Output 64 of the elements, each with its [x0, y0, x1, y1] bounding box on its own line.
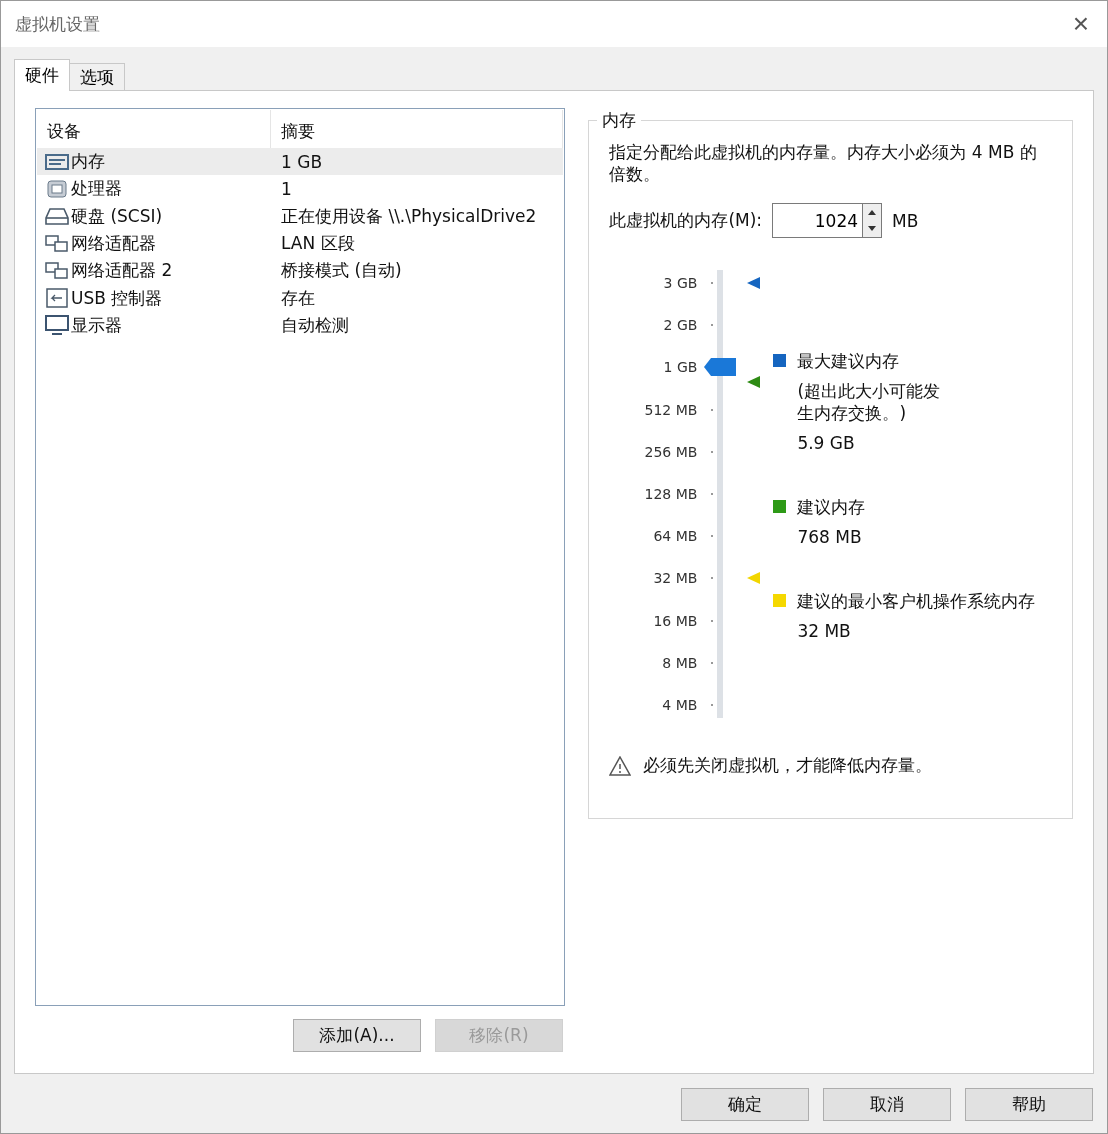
- close-button[interactable]: ×: [1068, 10, 1093, 38]
- legend-title: 最大建议内存: [797, 350, 901, 372]
- legend-value: 5.9 GB: [797, 432, 856, 454]
- device-row[interactable]: 网络适配器 LAN 区段: [37, 229, 564, 258]
- device-summary: 自动检测: [280, 313, 350, 337]
- monitor-icon: [45, 315, 69, 336]
- device-name: 处理器: [71, 177, 122, 201]
- dialog-button[interactable]: 确定: [681, 1088, 809, 1121]
- field-label: 此虚拟机的内存(M):: [609, 209, 763, 232]
- memory-icon: [45, 151, 69, 172]
- legend-value: 32 MB: [797, 620, 852, 642]
- tick-label: 3 GB: [609, 274, 714, 292]
- description: 指定分配给此虚拟机的内存量。内存大小必须为 4 MB 的倍数。: [609, 141, 1038, 185]
- device-summary: 1 GB: [280, 151, 324, 172]
- tick-label: 64 MB: [609, 527, 714, 546]
- device-summary: 1: [280, 178, 293, 199]
- device-name: 内存: [71, 150, 105, 174]
- tick-label: 256 MB: [609, 442, 714, 461]
- tick-label: 32 MB: [609, 569, 714, 588]
- caret-down-icon: [868, 226, 877, 232]
- slider-thumb[interactable]: [704, 358, 737, 377]
- device-name: 网络适配器 2: [71, 259, 173, 283]
- tick-label: 8 MB: [609, 653, 714, 672]
- device-row[interactable]: 硬盘 (SCSI) 正在使用设备 \\.\PhysicalDrive2: [37, 202, 564, 230]
- device-row[interactable]: 处理器 1: [37, 175, 564, 203]
- dialog-button[interactable]: 取消: [823, 1088, 951, 1121]
- legend-note: (超出此大小可能发生内存交换。): [797, 380, 942, 424]
- device-name: USB 控制器: [71, 286, 163, 310]
- tab[interactable]: 选项: [69, 63, 125, 91]
- warning-icon: [609, 755, 632, 776]
- legend-title: 建议内存: [797, 496, 867, 518]
- legend-title: 建议的最小客户机操作系统内存: [797, 590, 1036, 612]
- device-row[interactable]: 显示器 自动检测: [37, 311, 564, 340]
- device-row[interactable]: USB 控制器 存在: [37, 284, 564, 312]
- tick-label: 2 GB: [609, 316, 714, 335]
- tick-label: 1 GB: [609, 358, 714, 377]
- tick-label: 16 MB: [609, 611, 714, 630]
- device-summary: 存在: [280, 286, 316, 310]
- chip-icon: [45, 178, 69, 199]
- device-summary: LAN 区段: [280, 232, 356, 256]
- increment-button[interactable]: [863, 204, 882, 221]
- device-row[interactable]: 网络适配器 2 桥接模式 (自动): [37, 257, 564, 285]
- caret-up-icon: [868, 209, 877, 215]
- memory-field[interactable]: 1024: [772, 203, 863, 238]
- device-name: 硬盘 (SCSI): [71, 204, 163, 228]
- network-icon: [45, 260, 69, 281]
- network-icon: [45, 233, 69, 254]
- tick-label: 512 MB: [609, 400, 714, 419]
- device-name: 显示器: [71, 313, 122, 337]
- device-summary: 桥接模式 (自动): [280, 259, 403, 283]
- unit-label: MB: [892, 210, 919, 231]
- device-summary: 正在使用设备 \\.\PhysicalDrive2: [280, 204, 538, 228]
- device-row[interactable]: 内存 1 GB: [37, 148, 564, 176]
- tick-label: 4 MB: [609, 695, 714, 714]
- legend-value: 768 MB: [797, 526, 863, 548]
- tab[interactable]: 硬件: [14, 59, 70, 91]
- usb-icon: [45, 288, 69, 309]
- group-title: 内存: [597, 109, 642, 132]
- device-name: 网络适配器: [71, 232, 156, 256]
- warning-text: 必须先关闭虚拟机，才能降低内存量。: [643, 754, 933, 777]
- tick-label: 128 MB: [609, 484, 714, 503]
- dialog-button[interactable]: 帮助: [965, 1088, 1093, 1121]
- add-button[interactable]: 添加(A)...: [293, 1019, 421, 1052]
- window-title: 虚拟机设置: [15, 12, 100, 36]
